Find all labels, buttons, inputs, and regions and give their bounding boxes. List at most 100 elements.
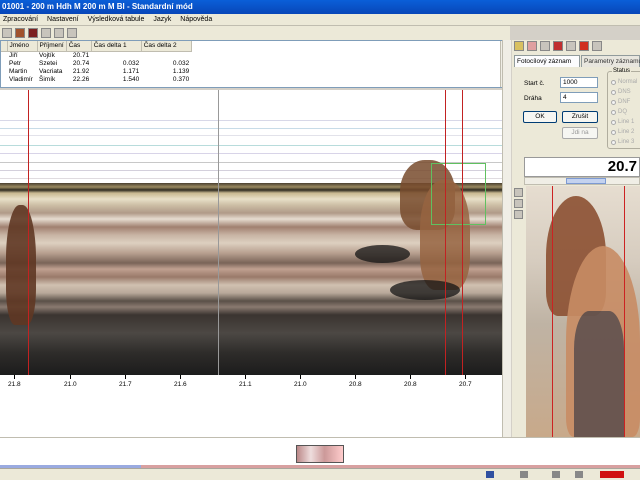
marker-line-center[interactable] [218,90,219,375]
marker-line-1[interactable] [28,90,29,375]
axis-tick: 21.7 [119,381,132,388]
cell-delta1: 0.032 [122,59,140,67]
menu-item-vysledkova-tabule[interactable]: Výsledková tabule [85,16,151,23]
strip-vertical-scrollbar[interactable] [502,40,511,437]
table-row[interactable]: Martin Vacriata 21.92 1.171 1.139 [1,67,191,75]
menu-item-jazyk[interactable]: Jazyk [150,16,177,23]
menu-item-napoveda[interactable]: Nápověda [177,16,218,23]
start-input[interactable]: 1000 [560,77,598,88]
axis-tick: 21.6 [174,381,187,388]
menu-item-nastaveni[interactable]: Nastavení [44,16,85,23]
menu-item-zpracovani[interactable]: Zpracování [0,16,44,23]
cell-cas: 22.26 [72,75,90,83]
list-icon[interactable] [540,41,550,51]
radio-dq[interactable]: DQ [611,109,627,115]
col-header-cas[interactable]: Čas [66,41,92,52]
zoom-tools [514,188,524,221]
axis-tick: 21.0 [294,381,307,388]
radio-dns[interactable]: DNS [611,89,631,95]
status-network-icon [486,471,494,478]
axis-tick: 21.0 [64,381,77,388]
zoom-scroll-thumb[interactable] [566,178,606,184]
status-link-icon [575,471,583,478]
radio-line3[interactable]: Line 3 [611,139,634,145]
window-title: 01001 - 200 m Hdh M 200 m M Bl - Standar… [0,0,640,14]
jdi-na-button[interactable]: Jdi na [562,127,598,139]
col-header-jmeno[interactable]: Jméno [7,41,38,52]
toolbar-stop-icon[interactable] [41,28,51,38]
zoom-out-icon[interactable] [514,199,523,208]
col-header-prijmeni[interactable]: Příjmení [37,41,67,52]
col-header-delta2[interactable]: Čas delta 2 [141,41,192,52]
table-row[interactable]: Jiří Vojtík 20.71 [1,51,191,59]
cell-jmeno: Jiří [9,51,18,59]
main-toolbar [0,26,90,40]
axis-tick: 20.8 [404,381,417,388]
tab-fotocilovy-zaznam[interactable]: Fotocílový záznam [514,55,580,67]
tab-parametry-zaznamu[interactable]: Parametry záznamu [581,55,640,67]
radio-icon [611,79,616,85]
selection-box[interactable] [431,163,486,225]
radio-dnf[interactable]: DNF [611,99,630,105]
zrusit-button[interactable]: Zrušit [562,111,598,123]
radio-normal[interactable]: Normal [611,79,637,85]
axis-tick: 21.1 [239,381,252,388]
runner-left [6,205,36,325]
radio-icon [611,89,616,95]
cell-jmeno: Martin [9,67,28,75]
cell-jmeno: Petr [9,59,21,67]
zoom-marker-line-2[interactable] [624,186,625,437]
zoom-fit-icon[interactable] [514,210,523,219]
grid-icon[interactable] [566,41,576,51]
time-readout: 20.7 [524,157,640,177]
cell-delta2: 0.370 [172,75,190,83]
ok-button[interactable]: OK [523,111,557,123]
radio-icon [611,99,616,105]
cell-prijmeni: Szetei [39,59,58,67]
toolbar-print-icon[interactable] [67,28,77,38]
right-toolbar [514,41,602,51]
radio-icon [611,139,616,145]
menu-bar: Zpracování Nastavení Výsledková tabule J… [0,14,640,26]
marker-line-2[interactable] [445,90,446,375]
runner-shadow-1 [355,245,410,263]
cell-prijmeni: Šimík [39,75,56,83]
lock-icon[interactable] [514,41,524,51]
cell-delta1: 1.171 [122,67,140,75]
zoom-marker-line-1[interactable] [552,186,553,437]
toolbar-open-icon[interactable] [2,28,12,38]
table-row[interactable]: Petr Szetei 20.74 0.032 0.032 [1,59,191,67]
cell-delta2: 0.032 [172,59,190,67]
cell-jmeno: Vladimír [9,75,33,83]
cell-cas: 21.92 [72,67,90,75]
toolbar-record-icon[interactable] [28,28,38,38]
results-header-row: Jméno Příjmení Čas Čas delta 1 Čas delta… [1,41,192,52]
radio-line2[interactable]: Line 2 [611,129,634,135]
table-row[interactable]: Vladimír Šimík 22.26 1.540 0.370 [1,75,191,83]
status-alert-icon [600,471,624,478]
cell-delta2 [141,51,191,59]
toolbar-camera-icon[interactable] [15,28,25,38]
cell-cas: 20.74 [72,59,90,67]
toolbar-strip [90,26,510,40]
stop-icon[interactable] [579,41,589,51]
status-disk-icon [520,471,528,478]
draha-input[interactable]: 4 [560,92,598,103]
radio-line1[interactable]: Line 1 [611,119,634,125]
radio-icon [611,109,616,115]
toolbar-export-icon[interactable] [54,28,64,38]
radio-icon [611,129,616,135]
marker-line-3[interactable] [462,90,463,375]
settings-icon[interactable] [592,41,602,51]
col-header-delta1[interactable]: Čas delta 1 [91,41,142,52]
overview-thumbnail[interactable] [296,445,344,463]
zoom-view-image[interactable] [526,186,640,437]
cell-prijmeni: Vojtík [39,51,55,59]
start-label: Start č. [524,80,545,87]
zoom-in-icon[interactable] [514,188,523,197]
flag-icon[interactable] [553,41,563,51]
results-table: Jméno Příjmení Čas Čas delta 1 Čas delta… [0,40,510,88]
zoom-runner-vest [574,311,624,437]
delete-icon[interactable] [527,41,537,51]
cell-prijmeni: Vacriata [39,67,63,75]
